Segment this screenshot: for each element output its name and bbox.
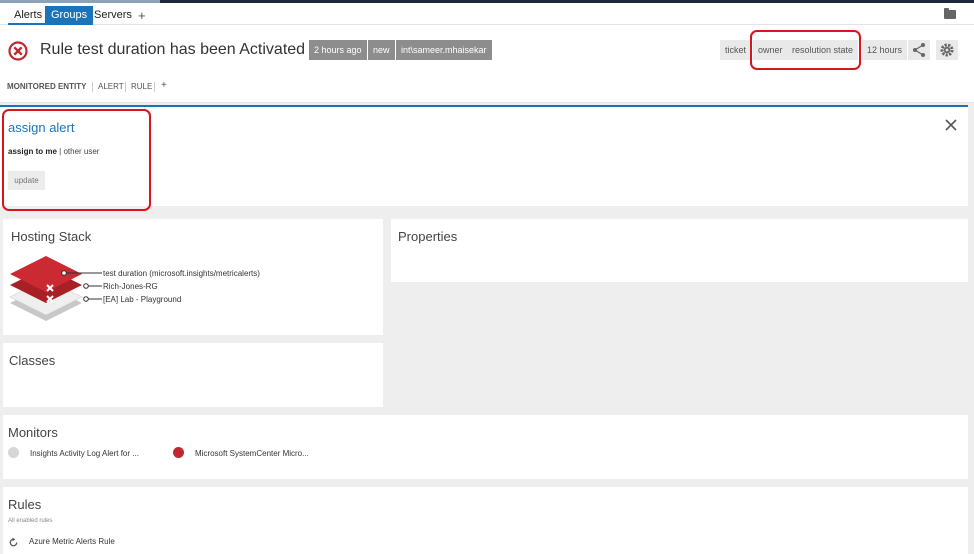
top-accent-line: [0, 0, 160, 3]
stack-item-rule[interactable]: test duration (microsoft.insights/metric…: [103, 269, 260, 278]
subnav-divider: [92, 82, 93, 92]
settings-button[interactable]: [936, 40, 958, 60]
rules-panel: Rules All enabled rules Azure Metric Ale…: [3, 487, 968, 554]
assign-separator: |: [59, 147, 62, 156]
classes-panel: Classes: [3, 343, 383, 407]
monitors-title: Monitors: [8, 425, 58, 440]
close-icon[interactable]: [944, 118, 958, 132]
owner-button[interactable]: owner: [753, 40, 788, 60]
stack-item-resource-group[interactable]: Rich-Jones-RG: [103, 282, 158, 291]
rule-label: Azure Metric Alerts Rule: [29, 537, 115, 546]
properties-title: Properties: [398, 229, 458, 244]
tab-servers[interactable]: Servers: [88, 6, 138, 25]
monitor-label: Insights Activity Log Alert for ...: [30, 449, 139, 458]
hosting-stack-title: Hosting Stack: [11, 229, 92, 244]
subnav-divider: [154, 82, 155, 92]
folder-icon[interactable]: [944, 8, 956, 19]
assign-to-me-link[interactable]: assign to me: [8, 147, 57, 156]
state-chip: new: [368, 40, 395, 60]
assign-alert-title: assign alert: [8, 120, 75, 135]
ticket-button[interactable]: ticket: [720, 40, 752, 60]
monitor-status-dot: [173, 447, 184, 458]
subnav-rule[interactable]: RULE: [131, 82, 152, 91]
hosting-stack-diagram: [9, 256, 102, 321]
top-tab-bar: Alerts Groups Servers +: [0, 0, 974, 25]
tab-alerts[interactable]: Alerts: [8, 6, 49, 25]
properties-panel: Properties: [391, 219, 968, 282]
share-button[interactable]: [908, 40, 930, 60]
time-range-button[interactable]: 12 hours: [862, 40, 908, 60]
update-button[interactable]: update: [8, 171, 45, 190]
rules-subtitle: All enabled rules: [8, 518, 53, 524]
tab-add[interactable]: +: [132, 6, 152, 25]
tab-groups[interactable]: Groups: [45, 6, 94, 25]
gear-icon: [940, 43, 954, 57]
share-icon: [913, 43, 925, 57]
monitor-status-dot: [8, 447, 19, 458]
assign-alert-panel: assign alert assign to me | other user u…: [0, 105, 968, 206]
assign-options: assign to me | other user: [8, 147, 99, 156]
age-chip: 2 hours ago: [309, 40, 367, 60]
user-chip: int\sameer.mhaisekar: [396, 40, 492, 60]
subnav-monitored-entity[interactable]: MONITORED ENTITY: [7, 82, 86, 91]
classes-title: Classes: [9, 353, 56, 368]
subnav-add[interactable]: +: [161, 80, 167, 91]
refresh-icon: [9, 537, 18, 547]
resolution-state-button[interactable]: resolution state: [787, 40, 859, 60]
subnav-divider: [125, 82, 126, 92]
alert-header: Rule test duration has been Activated 2 …: [0, 25, 974, 73]
rules-title: Rules: [8, 497, 42, 512]
entity-subnav: MONITORED ENTITY ALERT RULE +: [0, 73, 974, 103]
monitor-label: Microsoft SystemCenter Micro...: [195, 449, 309, 458]
hosting-stack-panel: Hosting Stack test duration (microsoft.i…: [3, 219, 383, 335]
stack-item-subscription[interactable]: [EA] Lab - Playground: [103, 295, 181, 304]
monitors-panel: Monitors Insights Activity Log Alert for…: [3, 415, 968, 479]
error-circle-x-icon: [8, 41, 28, 61]
page-title: Rule test duration has been Activated: [40, 41, 306, 58]
subnav-alert[interactable]: ALERT: [98, 82, 124, 91]
other-user-link[interactable]: other user: [63, 147, 99, 156]
